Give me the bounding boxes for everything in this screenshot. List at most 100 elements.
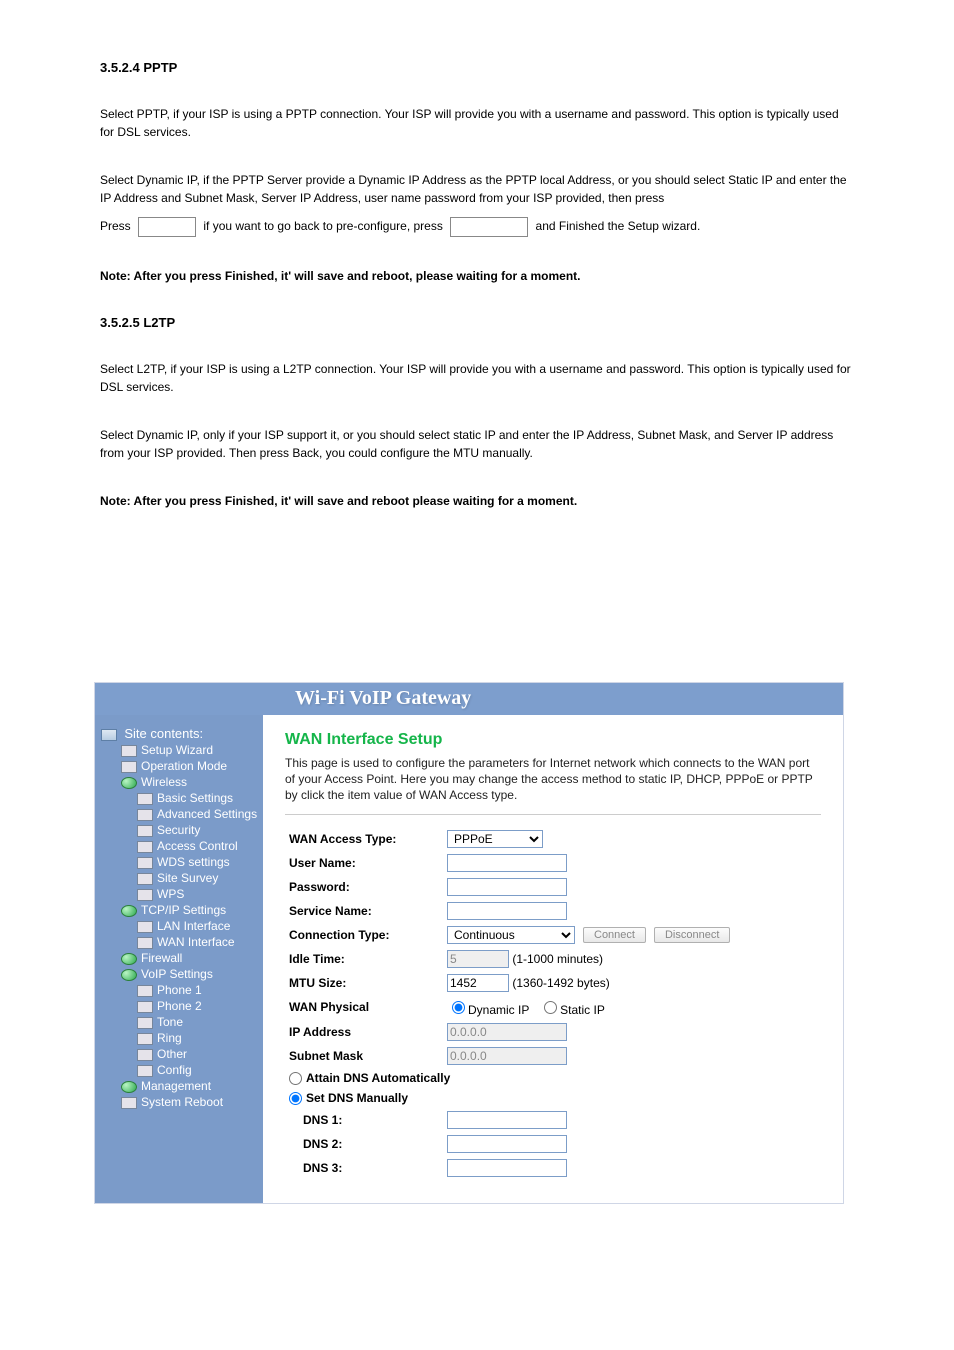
static-ip-radio-label[interactable]: Static IP [539, 1003, 605, 1017]
sidebar-item-other[interactable]: Other [101, 1046, 259, 1062]
page-icon [137, 809, 153, 821]
page-icon [137, 793, 153, 805]
sidebar-item-label: Other [157, 1047, 187, 1061]
sidebar-item-ring[interactable]: Ring [101, 1030, 259, 1046]
static-ip-radio[interactable] [544, 1001, 557, 1014]
page-description: This page is used to configure the param… [285, 755, 821, 804]
sidebar-item-management[interactable]: Management [101, 1078, 259, 1094]
set-dns-radio[interactable] [289, 1092, 302, 1105]
sidebar-item-site-survey[interactable]: Site Survey [101, 870, 259, 886]
sidebar-item-wireless[interactable]: Wireless [101, 774, 259, 790]
content-panel: WAN Interface Setup This page is used to… [263, 715, 843, 1203]
doc-btn-note-end: and Finished the Setup wizard. [536, 219, 701, 233]
page-icon [137, 921, 153, 933]
sidebar-item-access-control[interactable]: Access Control [101, 838, 259, 854]
password-input[interactable] [447, 878, 567, 896]
sidebar-item-label: WDS settings [157, 855, 230, 869]
sidebar-item-phone1[interactable]: Phone 1 [101, 982, 259, 998]
lbl-ip-address: IP Address [285, 1020, 443, 1044]
sidebar-item-lan-interface[interactable]: LAN Interface [101, 918, 259, 934]
sidebar-item-config[interactable]: Config [101, 1062, 259, 1078]
dns2-input[interactable] [447, 1135, 567, 1153]
router-admin-ui: Wi-Fi VoIP Gateway Site contents: Setup … [94, 682, 844, 1204]
disconnect-button[interactable]: Disconnect [654, 927, 730, 943]
sidebar-item-label: Ring [157, 1031, 182, 1045]
page-icon [137, 857, 153, 869]
wan-access-type-select[interactable]: PPPoE [447, 830, 543, 848]
lbl-wan-access-type: WAN Access Type: [285, 827, 443, 851]
sidebar-item-label: Phone 2 [157, 999, 202, 1013]
dynamic-ip-radio-label[interactable]: Dynamic IP [447, 1003, 529, 1017]
sidebar-item-label: Config [157, 1063, 192, 1077]
sidebar-item-advanced-settings[interactable]: Advanced Settings [101, 806, 259, 822]
sidebar-item-security[interactable]: Security [101, 822, 259, 838]
sidebar-item-label: System Reboot [141, 1095, 223, 1109]
sidebar-item-label: Security [157, 823, 200, 837]
sidebar-item-basic-settings[interactable]: Basic Settings [101, 790, 259, 806]
banner-title: Wi-Fi VoIP Gateway [95, 683, 843, 715]
wan-form: WAN Access Type: PPPoE User Name: Passwo… [285, 827, 734, 1181]
doc-section-num: 3.5.2.4 PPTP [100, 60, 854, 75]
sidebar-item-firewall[interactable]: Firewall [101, 950, 259, 966]
sidebar-item-setup-wizard[interactable]: Setup Wizard [101, 742, 259, 758]
sidebar-item-wds-settings[interactable]: WDS settings [101, 854, 259, 870]
globe-icon [121, 1081, 137, 1093]
sidebar-item-tcpip-settings[interactable]: TCP/IP Settings [101, 902, 259, 918]
back-button-placeholder [138, 217, 196, 237]
doc-text: 3.5.2.4 PPTP Select PPTP, if your ISP is… [100, 20, 854, 510]
dynamic-ip-radio[interactable] [452, 1001, 465, 1014]
sidebar: Site contents: Setup Wizard Operation Mo… [95, 715, 263, 1203]
ip-address-input[interactable] [447, 1023, 567, 1041]
sidebar-item-label: Site Survey [157, 871, 218, 885]
page-icon [137, 1065, 153, 1077]
page-icon [121, 1097, 137, 1109]
subnet-mask-input[interactable] [447, 1047, 567, 1065]
sidebar-item-label: Tone [157, 1015, 183, 1029]
mtu-size-input[interactable] [447, 974, 509, 992]
attain-dns-radio[interactable] [289, 1072, 302, 1085]
page-icon [137, 1033, 153, 1045]
set-dns-text: Set DNS Manually [306, 1091, 408, 1105]
connect-button[interactable]: Connect [583, 927, 646, 943]
page-icon [137, 1001, 153, 1013]
dns1-input[interactable] [447, 1111, 567, 1129]
sidebar-item-wan-interface[interactable]: WAN Interface [101, 934, 259, 950]
sidebar-item-label: TCP/IP Settings [141, 903, 226, 917]
page-icon [137, 1049, 153, 1061]
lbl-password: Password: [285, 875, 443, 899]
sidebar-item-phone2[interactable]: Phone 2 [101, 998, 259, 1014]
sidebar-item-label: Management [141, 1079, 211, 1093]
sidebar-item-operation-mode[interactable]: Operation Mode [101, 758, 259, 774]
lbl-user-name: User Name: [285, 851, 443, 875]
idle-time-input[interactable] [447, 950, 509, 968]
lbl-mtu-size: MTU Size: [285, 971, 443, 995]
doc-btn-note-back: if you want to go back to pre-configure,… [203, 219, 442, 233]
set-dns-radio-label[interactable]: Set DNS Manually [289, 1091, 408, 1105]
lbl-connection-type: Connection Type: [285, 923, 443, 947]
lbl-idle-time: Idle Time: [285, 947, 443, 971]
sidebar-item-wps[interactable]: WPS [101, 886, 259, 902]
static-ip-text: Static IP [560, 1003, 605, 1017]
sidebar-item-system-reboot[interactable]: System Reboot [101, 1094, 259, 1110]
service-name-input[interactable] [447, 902, 567, 920]
attain-dns-radio-label[interactable]: Attain DNS Automatically [289, 1071, 450, 1085]
page-icon [137, 889, 153, 901]
sidebar-title-row: Site contents: [101, 725, 259, 742]
sidebar-item-tone[interactable]: Tone [101, 1014, 259, 1030]
sidebar-item-label: WAN Interface [157, 935, 235, 949]
sidebar-item-label: Setup Wizard [141, 743, 213, 757]
pc-icon [101, 729, 117, 741]
page-icon [137, 873, 153, 885]
dynamic-ip-text: Dynamic IP [468, 1003, 529, 1017]
sidebar-item-label: Basic Settings [157, 791, 233, 805]
dns3-input[interactable] [447, 1159, 567, 1177]
sidebar-item-label: Access Control [157, 839, 238, 853]
doc-p4: Select L2TP, if your ISP is using a L2TP… [100, 360, 854, 396]
divider [285, 814, 821, 815]
user-name-input[interactable] [447, 854, 567, 872]
connection-type-select[interactable]: Continuous [447, 926, 575, 944]
page-title: WAN Interface Setup [285, 731, 821, 749]
doc-p6: Note: After you press Finished, it' will… [100, 492, 854, 510]
page-icon [137, 825, 153, 837]
sidebar-item-voip-settings[interactable]: VoIP Settings [101, 966, 259, 982]
